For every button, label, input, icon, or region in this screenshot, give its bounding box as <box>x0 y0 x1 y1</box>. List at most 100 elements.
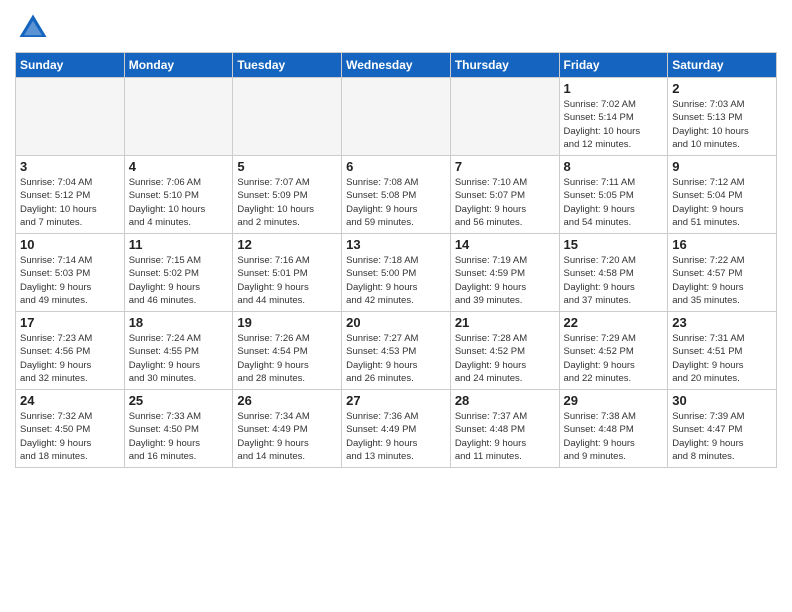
day-number: 11 <box>129 237 229 252</box>
calendar-cell: 23 Sunrise: 7:31 AM Sunset: 4:51 PM Dayli… <box>668 312 777 390</box>
day-info: Sunrise: 7:23 AM Sunset: 4:56 PM Dayligh… <box>20 332 120 385</box>
calendar-cell: 7 Sunrise: 7:10 AM Sunset: 5:07 PM Daylig… <box>450 156 559 234</box>
calendar-cell: 16 Sunrise: 7:22 AM Sunset: 4:57 PM Dayli… <box>668 234 777 312</box>
calendar-cell: 15 Sunrise: 7:20 AM Sunset: 4:58 PM Dayli… <box>559 234 668 312</box>
day-info: Sunrise: 7:04 AM Sunset: 5:12 PM Dayligh… <box>20 176 120 229</box>
calendar-cell: 29 Sunrise: 7:38 AM Sunset: 4:48 PM Dayli… <box>559 390 668 468</box>
calendar-cell <box>450 78 559 156</box>
week-row-3: 10 Sunrise: 7:14 AM Sunset: 5:03 PM Dayli… <box>16 234 777 312</box>
calendar-cell <box>342 78 451 156</box>
calendar-cell: 9 Sunrise: 7:12 AM Sunset: 5:04 PM Daylig… <box>668 156 777 234</box>
day-number: 19 <box>237 315 337 330</box>
day-info: Sunrise: 7:27 AM Sunset: 4:53 PM Dayligh… <box>346 332 446 385</box>
week-row-5: 24Sunrise: 7:32 AM Sunset: 4:50 PM Dayli… <box>16 390 777 468</box>
day-info: Sunrise: 7:02 AM Sunset: 5:14 PM Dayligh… <box>564 98 664 151</box>
calendar-cell: 10 Sunrise: 7:14 AM Sunset: 5:03 PM Dayli… <box>16 234 125 312</box>
day-number: 10 <box>20 237 120 252</box>
day-number: 18 <box>129 315 229 330</box>
weekday-header-wednesday: Wednesday <box>342 53 451 78</box>
day-number: 25 <box>129 393 229 408</box>
calendar-cell: 28 Sunrise: 7:37 AM Sunset: 4:48 PM Dayli… <box>450 390 559 468</box>
day-info: Sunrise: 7:29 AM Sunset: 4:52 PM Dayligh… <box>564 332 664 385</box>
day-info: Sunrise: 7:11 AM Sunset: 5:05 PM Dayligh… <box>564 176 664 229</box>
day-number: 2 <box>672 81 772 96</box>
weekday-header-saturday: Saturday <box>668 53 777 78</box>
day-info: Sunrise: 7:31 AM Sunset: 4:51 PM Dayligh… <box>672 332 772 385</box>
calendar-cell: 24Sunrise: 7:32 AM Sunset: 4:50 PM Dayli… <box>16 390 125 468</box>
day-info: Sunrise: 7:19 AM Sunset: 4:59 PM Dayligh… <box>455 254 555 307</box>
day-number: 15 <box>564 237 664 252</box>
calendar-cell: 12Sunrise: 7:16 AM Sunset: 5:01 PM Dayli… <box>233 234 342 312</box>
calendar-cell: 8 Sunrise: 7:11 AM Sunset: 5:05 PM Daylig… <box>559 156 668 234</box>
day-info: Sunrise: 7:36 AM Sunset: 4:49 PM Dayligh… <box>346 410 446 463</box>
calendar-cell: 2 Sunrise: 7:03 AM Sunset: 5:13 PM Daylig… <box>668 78 777 156</box>
week-row-1: 1 Sunrise: 7:02 AM Sunset: 5:14 PM Daylig… <box>16 78 777 156</box>
day-number: 28 <box>455 393 555 408</box>
logo <box>15 10 55 46</box>
day-number: 5 <box>237 159 337 174</box>
day-info: Sunrise: 7:20 AM Sunset: 4:58 PM Dayligh… <box>564 254 664 307</box>
calendar-cell: 17 Sunrise: 7:23 AM Sunset: 4:56 PM Dayli… <box>16 312 125 390</box>
day-info: Sunrise: 7:14 AM Sunset: 5:03 PM Dayligh… <box>20 254 120 307</box>
week-row-2: 3 Sunrise: 7:04 AM Sunset: 5:12 PM Daylig… <box>16 156 777 234</box>
day-number: 14 <box>455 237 555 252</box>
calendar-cell: 25 Sunrise: 7:33 AM Sunset: 4:50 PM Dayli… <box>124 390 233 468</box>
day-info: Sunrise: 7:08 AM Sunset: 5:08 PM Dayligh… <box>346 176 446 229</box>
day-number: 9 <box>672 159 772 174</box>
day-info: Sunrise: 7:03 AM Sunset: 5:13 PM Dayligh… <box>672 98 772 151</box>
day-info: Sunrise: 7:33 AM Sunset: 4:50 PM Dayligh… <box>129 410 229 463</box>
day-info: Sunrise: 7:12 AM Sunset: 5:04 PM Dayligh… <box>672 176 772 229</box>
calendar-cell <box>233 78 342 156</box>
day-info: Sunrise: 7:10 AM Sunset: 5:07 PM Dayligh… <box>455 176 555 229</box>
day-info: Sunrise: 7:15 AM Sunset: 5:02 PM Dayligh… <box>129 254 229 307</box>
day-number: 7 <box>455 159 555 174</box>
day-info: Sunrise: 7:24 AM Sunset: 4:55 PM Dayligh… <box>129 332 229 385</box>
calendar-cell: 6 Sunrise: 7:08 AM Sunset: 5:08 PM Daylig… <box>342 156 451 234</box>
day-number: 17 <box>20 315 120 330</box>
day-number: 6 <box>346 159 446 174</box>
calendar-cell: 5 Sunrise: 7:07 AM Sunset: 5:09 PM Daylig… <box>233 156 342 234</box>
day-info: Sunrise: 7:32 AM Sunset: 4:50 PM Dayligh… <box>20 410 120 463</box>
weekday-header-sunday: Sunday <box>16 53 125 78</box>
calendar-cell: 3 Sunrise: 7:04 AM Sunset: 5:12 PM Daylig… <box>16 156 125 234</box>
calendar-cell: 21Sunrise: 7:28 AM Sunset: 4:52 PM Dayli… <box>450 312 559 390</box>
day-number: 23 <box>672 315 772 330</box>
logo-icon <box>15 10 51 46</box>
day-number: 20 <box>346 315 446 330</box>
day-number: 8 <box>564 159 664 174</box>
day-number: 3 <box>20 159 120 174</box>
calendar-cell: 13Sunrise: 7:18 AM Sunset: 5:00 PM Dayli… <box>342 234 451 312</box>
weekday-header-monday: Monday <box>124 53 233 78</box>
calendar-cell: 18 Sunrise: 7:24 AM Sunset: 4:55 PM Dayli… <box>124 312 233 390</box>
page-container: SundayMondayTuesdayWednesdayThursdayFrid… <box>0 0 792 473</box>
day-info: Sunrise: 7:22 AM Sunset: 4:57 PM Dayligh… <box>672 254 772 307</box>
week-row-4: 17 Sunrise: 7:23 AM Sunset: 4:56 PM Dayli… <box>16 312 777 390</box>
calendar-cell: 27Sunrise: 7:36 AM Sunset: 4:49 PM Dayli… <box>342 390 451 468</box>
day-number: 1 <box>564 81 664 96</box>
day-info: Sunrise: 7:34 AM Sunset: 4:49 PM Dayligh… <box>237 410 337 463</box>
calendar-cell: 19 Sunrise: 7:26 AM Sunset: 4:54 PM Dayli… <box>233 312 342 390</box>
weekday-header-friday: Friday <box>559 53 668 78</box>
calendar-table: SundayMondayTuesdayWednesdayThursdayFrid… <box>15 52 777 468</box>
header <box>15 10 777 46</box>
day-number: 4 <box>129 159 229 174</box>
calendar-cell: 1 Sunrise: 7:02 AM Sunset: 5:14 PM Daylig… <box>559 78 668 156</box>
calendar-cell: 22Sunrise: 7:29 AM Sunset: 4:52 PM Dayli… <box>559 312 668 390</box>
calendar-cell: 20 Sunrise: 7:27 AM Sunset: 4:53 PM Dayli… <box>342 312 451 390</box>
calendar-cell <box>16 78 125 156</box>
day-info: Sunrise: 7:16 AM Sunset: 5:01 PM Dayligh… <box>237 254 337 307</box>
day-number: 29 <box>564 393 664 408</box>
day-number: 30 <box>672 393 772 408</box>
day-info: Sunrise: 7:38 AM Sunset: 4:48 PM Dayligh… <box>564 410 664 463</box>
day-info: Sunrise: 7:26 AM Sunset: 4:54 PM Dayligh… <box>237 332 337 385</box>
day-info: Sunrise: 7:37 AM Sunset: 4:48 PM Dayligh… <box>455 410 555 463</box>
day-number: 21 <box>455 315 555 330</box>
day-info: Sunrise: 7:07 AM Sunset: 5:09 PM Dayligh… <box>237 176 337 229</box>
day-number: 16 <box>672 237 772 252</box>
weekday-header-thursday: Thursday <box>450 53 559 78</box>
calendar-cell: 4Sunrise: 7:06 AM Sunset: 5:10 PM Daylig… <box>124 156 233 234</box>
calendar-cell: 30 Sunrise: 7:39 AM Sunset: 4:47 PM Dayli… <box>668 390 777 468</box>
calendar-cell: 11 Sunrise: 7:15 AM Sunset: 5:02 PM Dayli… <box>124 234 233 312</box>
day-info: Sunrise: 7:39 AM Sunset: 4:47 PM Dayligh… <box>672 410 772 463</box>
day-number: 26 <box>237 393 337 408</box>
